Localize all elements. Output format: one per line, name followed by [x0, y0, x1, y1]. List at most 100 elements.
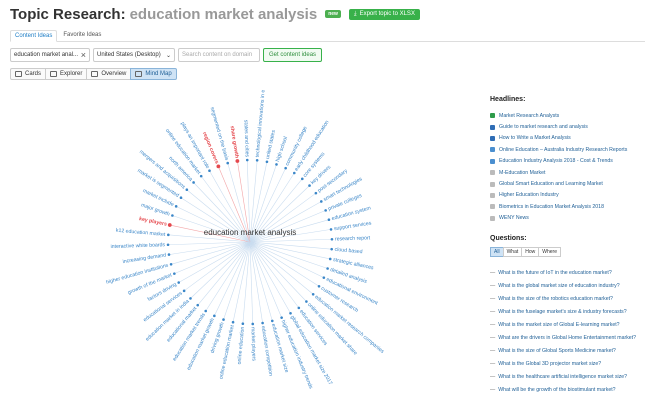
mind-map-node-label[interactable]: key players [138, 216, 167, 228]
mind-map-node-dot[interactable] [179, 196, 183, 200]
question-item[interactable]: — What is the fuselage market's size & in… [490, 305, 648, 318]
mind-map-node-dot[interactable] [182, 289, 186, 293]
export-button[interactable]: ⤓ Export topic to XLSX [348, 8, 420, 20]
headline-item[interactable]: Higher Education Industry [490, 190, 648, 201]
mind-map-node-dot[interactable] [167, 233, 170, 237]
headline-item[interactable]: Guide to market research and analysis [490, 121, 648, 132]
view-cards-button[interactable]: Cards [10, 68, 47, 80]
mind-map-node-dot[interactable] [327, 218, 331, 222]
mind-map-node-label[interactable]: states and cities [243, 120, 250, 158]
headline-item[interactable]: Market Research Analysts [490, 110, 648, 121]
filter-all[interactable]: All [490, 247, 504, 257]
mind-map-node-dot[interactable] [300, 177, 304, 181]
clear-icon[interactable]: × [81, 50, 86, 60]
question-item[interactable]: — What is the size of Global Sports Medic… [490, 345, 648, 358]
mind-map-node-dot[interactable] [311, 292, 315, 296]
mind-map-node-dot[interactable] [177, 281, 181, 284]
mind-map-node-dot[interactable] [196, 303, 200, 307]
mind-map-node-dot[interactable] [241, 322, 245, 325]
mind-map-node-dot[interactable] [328, 257, 332, 261]
question-item[interactable]: — What will be the growth of the biostimu… [490, 384, 648, 397]
mind-map-node-label[interactable]: support services [334, 220, 373, 232]
region-select[interactable]: United States (Desktop) ⌄ [93, 48, 175, 62]
mind-map-node-dot[interactable] [322, 276, 326, 279]
mind-map-node-dot[interactable] [330, 247, 333, 251]
headline-item[interactable]: M-Education Market [490, 167, 648, 178]
tab-content-ideas[interactable]: Content Ideas [10, 30, 58, 42]
mind-map-node-label[interactable]: k12 education market [116, 228, 166, 238]
mind-map-node-label[interactable]: share growth [229, 125, 240, 158]
mind-map-node-label[interactable]: interactive white boards [110, 242, 165, 250]
mind-map-node-label[interactable]: online education [237, 326, 246, 364]
mind-map-node-dot[interactable] [235, 159, 240, 163]
view-explorer-button[interactable]: Explorer [45, 68, 88, 80]
mind-map-node-dot[interactable] [275, 163, 278, 166]
mind-map-node-label[interactable]: education competition [260, 326, 274, 377]
filter-how[interactable]: How [521, 247, 540, 257]
mind-map-node-dot[interactable] [192, 181, 195, 184]
mind-map-node-dot[interactable] [292, 171, 296, 175]
mind-map-node-label[interactable]: united states [265, 129, 277, 159]
mind-map-node-dot[interactable] [326, 267, 329, 270]
mind-map-node-dot[interactable] [280, 316, 283, 319]
mind-map-node-dot[interactable] [284, 166, 287, 170]
mind-map-node-dot[interactable] [166, 243, 170, 247]
mind-map-node-dot[interactable] [330, 237, 334, 241]
mind-map-node-dot[interactable] [185, 188, 189, 192]
mind-map-node-dot[interactable] [289, 311, 292, 315]
headline-item[interactable]: Biometrics in Education Market Analysis … [490, 201, 648, 212]
mind-map-node-dot[interactable] [204, 309, 208, 313]
mind-map-node-dot[interactable] [270, 319, 274, 323]
question-item[interactable]: — What is the healthcare artificial intel… [490, 371, 648, 384]
mind-map-node-dot[interactable] [305, 300, 308, 303]
mind-map-node-dot[interactable] [329, 228, 333, 231]
mind-map-node-dot[interactable] [208, 169, 211, 173]
keyword-input[interactable]: education market anal... × [10, 48, 90, 62]
mind-map-node-dot[interactable] [171, 214, 174, 217]
mind-map-node-dot[interactable] [251, 322, 255, 326]
mind-map-node-dot[interactable] [226, 161, 230, 165]
mind-map-node-dot[interactable] [222, 318, 225, 321]
mind-map-node-dot[interactable] [319, 200, 323, 203]
mind-map-node-dot[interactable] [314, 191, 318, 195]
view-mindmap-button[interactable]: Mind Map [130, 68, 177, 80]
mind-map-node-dot[interactable] [167, 223, 172, 227]
mind-map-node-label[interactable]: cloud based [334, 247, 363, 255]
mind-map-node-dot[interactable] [167, 253, 171, 256]
mind-map-node-dot[interactable] [213, 314, 216, 318]
headline-item[interactable]: Online Education – Australia Industry Re… [490, 144, 648, 155]
mind-map-node-dot[interactable] [216, 164, 221, 169]
mind-map-node-dot[interactable] [231, 320, 235, 324]
mind-map-node-dot[interactable] [173, 272, 176, 275]
mind-map-node-dot[interactable] [189, 297, 192, 300]
mind-map-node-dot[interactable] [174, 205, 178, 208]
mind-map-node-dot[interactable] [255, 159, 259, 162]
headline-item[interactable]: How to Write a Market Analysis [490, 133, 648, 144]
mind-map-node-dot[interactable] [308, 184, 311, 187]
tab-favorite-ideas[interactable]: Favorite Ideas [59, 30, 105, 42]
question-item[interactable]: — What is the market size of Global E-lea… [490, 318, 648, 331]
headline-item[interactable]: Education Industry Analysis 2018 - Cost … [490, 156, 648, 167]
question-item[interactable]: — What is the Global 3D projector market … [490, 358, 648, 371]
question-item[interactable]: — What is the global market size of educa… [490, 279, 648, 292]
headline-item[interactable]: Global Smart Education and Learning Mark… [490, 178, 648, 189]
view-overview-button[interactable]: Overview [86, 68, 132, 80]
mind-map-node-dot[interactable] [245, 158, 249, 162]
filter-where[interactable]: Where [538, 247, 561, 257]
question-item[interactable]: — What are the drivers in Global Home Ent… [490, 331, 648, 344]
mind-map-node-dot[interactable] [324, 209, 327, 212]
mind-map-node-label[interactable]: research report [335, 235, 371, 242]
mind-map-node-dot[interactable] [265, 160, 269, 164]
question-item[interactable]: — What is the future of IoT in the educat… [490, 266, 648, 279]
headline-item[interactable]: WENY News [490, 213, 648, 224]
mind-map-node-dot[interactable] [199, 174, 203, 178]
question-item[interactable]: — What is the size of the robotics educat… [490, 292, 648, 305]
get-content-ideas-button[interactable]: Get content ideas [263, 48, 323, 62]
mind-map-node-dot[interactable] [261, 321, 264, 325]
mind-map-node-dot[interactable] [169, 262, 173, 266]
mind-map-node-label[interactable]: increasing demand [122, 252, 166, 265]
mind-map-node-dot[interactable] [317, 284, 321, 288]
mind-map-node-label[interactable]: market players [249, 327, 256, 362]
filter-what[interactable]: What [502, 247, 523, 257]
mind-map-node-dot[interactable] [297, 306, 301, 310]
